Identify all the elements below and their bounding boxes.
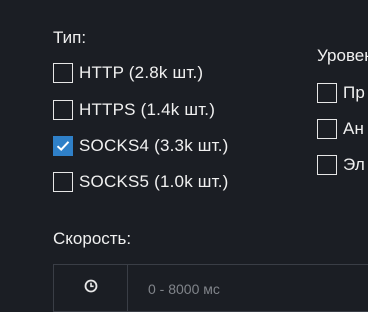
type-filter-title: Тип: — [53, 28, 87, 47]
checkbox[interactable] — [317, 119, 337, 139]
type-option-socks5[interactable]: SOCKS5 (1.0k шт.) — [53, 172, 229, 192]
speed-filter-title: Скорость: — [53, 229, 132, 248]
speed-icon-cell — [54, 265, 128, 311]
type-option-label: SOCKS5 (1.0k шт.) — [79, 172, 229, 191]
checkmark-icon — [56, 141, 70, 152]
type-option-label: HTTP (2.8k шт.) — [79, 63, 204, 82]
checkbox[interactable] — [53, 63, 73, 83]
checkbox[interactable] — [53, 100, 73, 120]
checkbox-checked[interactable] — [53, 136, 73, 156]
level-option-3[interactable]: Эл — [317, 155, 365, 175]
checkbox[interactable] — [317, 155, 337, 175]
speed-range-input[interactable] — [128, 265, 368, 311]
type-option-socks4[interactable]: SOCKS4 (3.3k шт.) — [53, 136, 229, 156]
level-filter-title: Уровен — [317, 46, 368, 65]
type-option-http[interactable]: HTTP (2.8k шт.) — [53, 63, 203, 83]
checkbox[interactable] — [317, 83, 337, 103]
type-option-https[interactable]: HTTPS (1.4k шт.) — [53, 100, 215, 120]
checkbox[interactable] — [53, 172, 73, 192]
clock-icon — [84, 279, 97, 293]
speed-input-group — [53, 264, 368, 312]
level-option-label: Эл — [343, 155, 365, 174]
level-option-label: Пр — [343, 83, 366, 102]
level-option-label: Ан — [343, 119, 365, 138]
type-option-label: SOCKS4 (3.3k шт.) — [79, 136, 229, 155]
type-option-label: HTTPS (1.4k шт.) — [79, 100, 216, 119]
level-option-1[interactable]: Пр — [317, 83, 365, 103]
level-option-2[interactable]: Ан — [317, 119, 364, 139]
